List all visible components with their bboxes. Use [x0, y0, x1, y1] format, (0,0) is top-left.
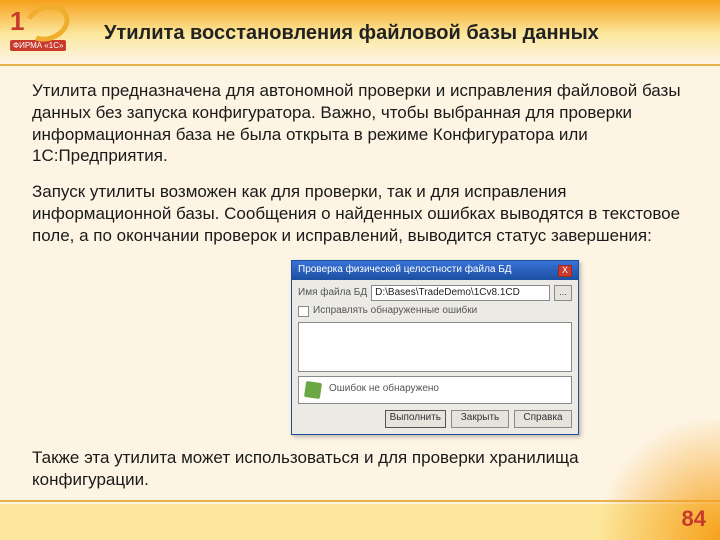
- logo-mark: 1: [10, 8, 74, 38]
- messages-textarea[interactable]: [298, 322, 572, 372]
- status-panel: Ошибок не обнаружено: [298, 376, 572, 404]
- file-label: Имя файла БД: [298, 287, 367, 300]
- status-text: Ошибок не обнаружено: [329, 383, 439, 396]
- dialog-titlebar: Проверка физической целостности файла БД…: [292, 261, 578, 280]
- footer-bar: [0, 504, 720, 540]
- paragraph-1: Утилита предназначена для автономной про…: [32, 80, 688, 167]
- file-row: Имя файла БД D:\Bases\TradeDemo\1Cv8.1CD…: [298, 285, 572, 301]
- help-button[interactable]: Справка: [514, 410, 572, 428]
- paragraph-2: Запуск утилиты возможен как для проверки…: [32, 181, 688, 246]
- embedded-screenshot: Проверка физической целостности файла БД…: [182, 260, 688, 435]
- logo-brand-text: ФИРМА «1С»: [10, 40, 66, 51]
- close-button[interactable]: Закрыть: [451, 410, 509, 428]
- file-path-input[interactable]: D:\Bases\TradeDemo\1Cv8.1CD: [371, 285, 550, 301]
- browse-button[interactable]: ...: [554, 285, 572, 301]
- dialog-title-text: Проверка физической целостности файла БД: [298, 264, 512, 277]
- checkbox-label: Исправлять обнаруженные ошибки: [313, 305, 477, 318]
- dialog-body: Имя файла БД D:\Bases\TradeDemo\1Cv8.1CD…: [292, 280, 578, 434]
- content-area: Утилита предназначена для автономной про…: [32, 80, 688, 504]
- paragraph-3: Также эта утилита может использоваться и…: [32, 447, 688, 491]
- fix-errors-checkbox[interactable]: Исправлять обнаруженные ошибки: [298, 305, 572, 318]
- logo-1c: 1 ФИРМА «1С»: [10, 8, 86, 56]
- dialog-buttons: Выполнить Закрыть Справка: [298, 410, 572, 428]
- footer-divider: [0, 500, 720, 502]
- run-button[interactable]: Выполнить: [385, 410, 446, 428]
- page-title: Утилита восстановления файловой базы дан…: [104, 22, 599, 45]
- checkbox-box[interactable]: [298, 306, 309, 317]
- slide: 1 ФИРМА «1С» Утилита восстановления файл…: [0, 0, 720, 540]
- dialog-window: Проверка физической целостности файла БД…: [291, 260, 579, 435]
- close-icon[interactable]: X: [558, 265, 572, 277]
- status-ok-icon: [303, 380, 323, 400]
- title-underline: [0, 64, 720, 66]
- page-number: 84: [682, 506, 706, 532]
